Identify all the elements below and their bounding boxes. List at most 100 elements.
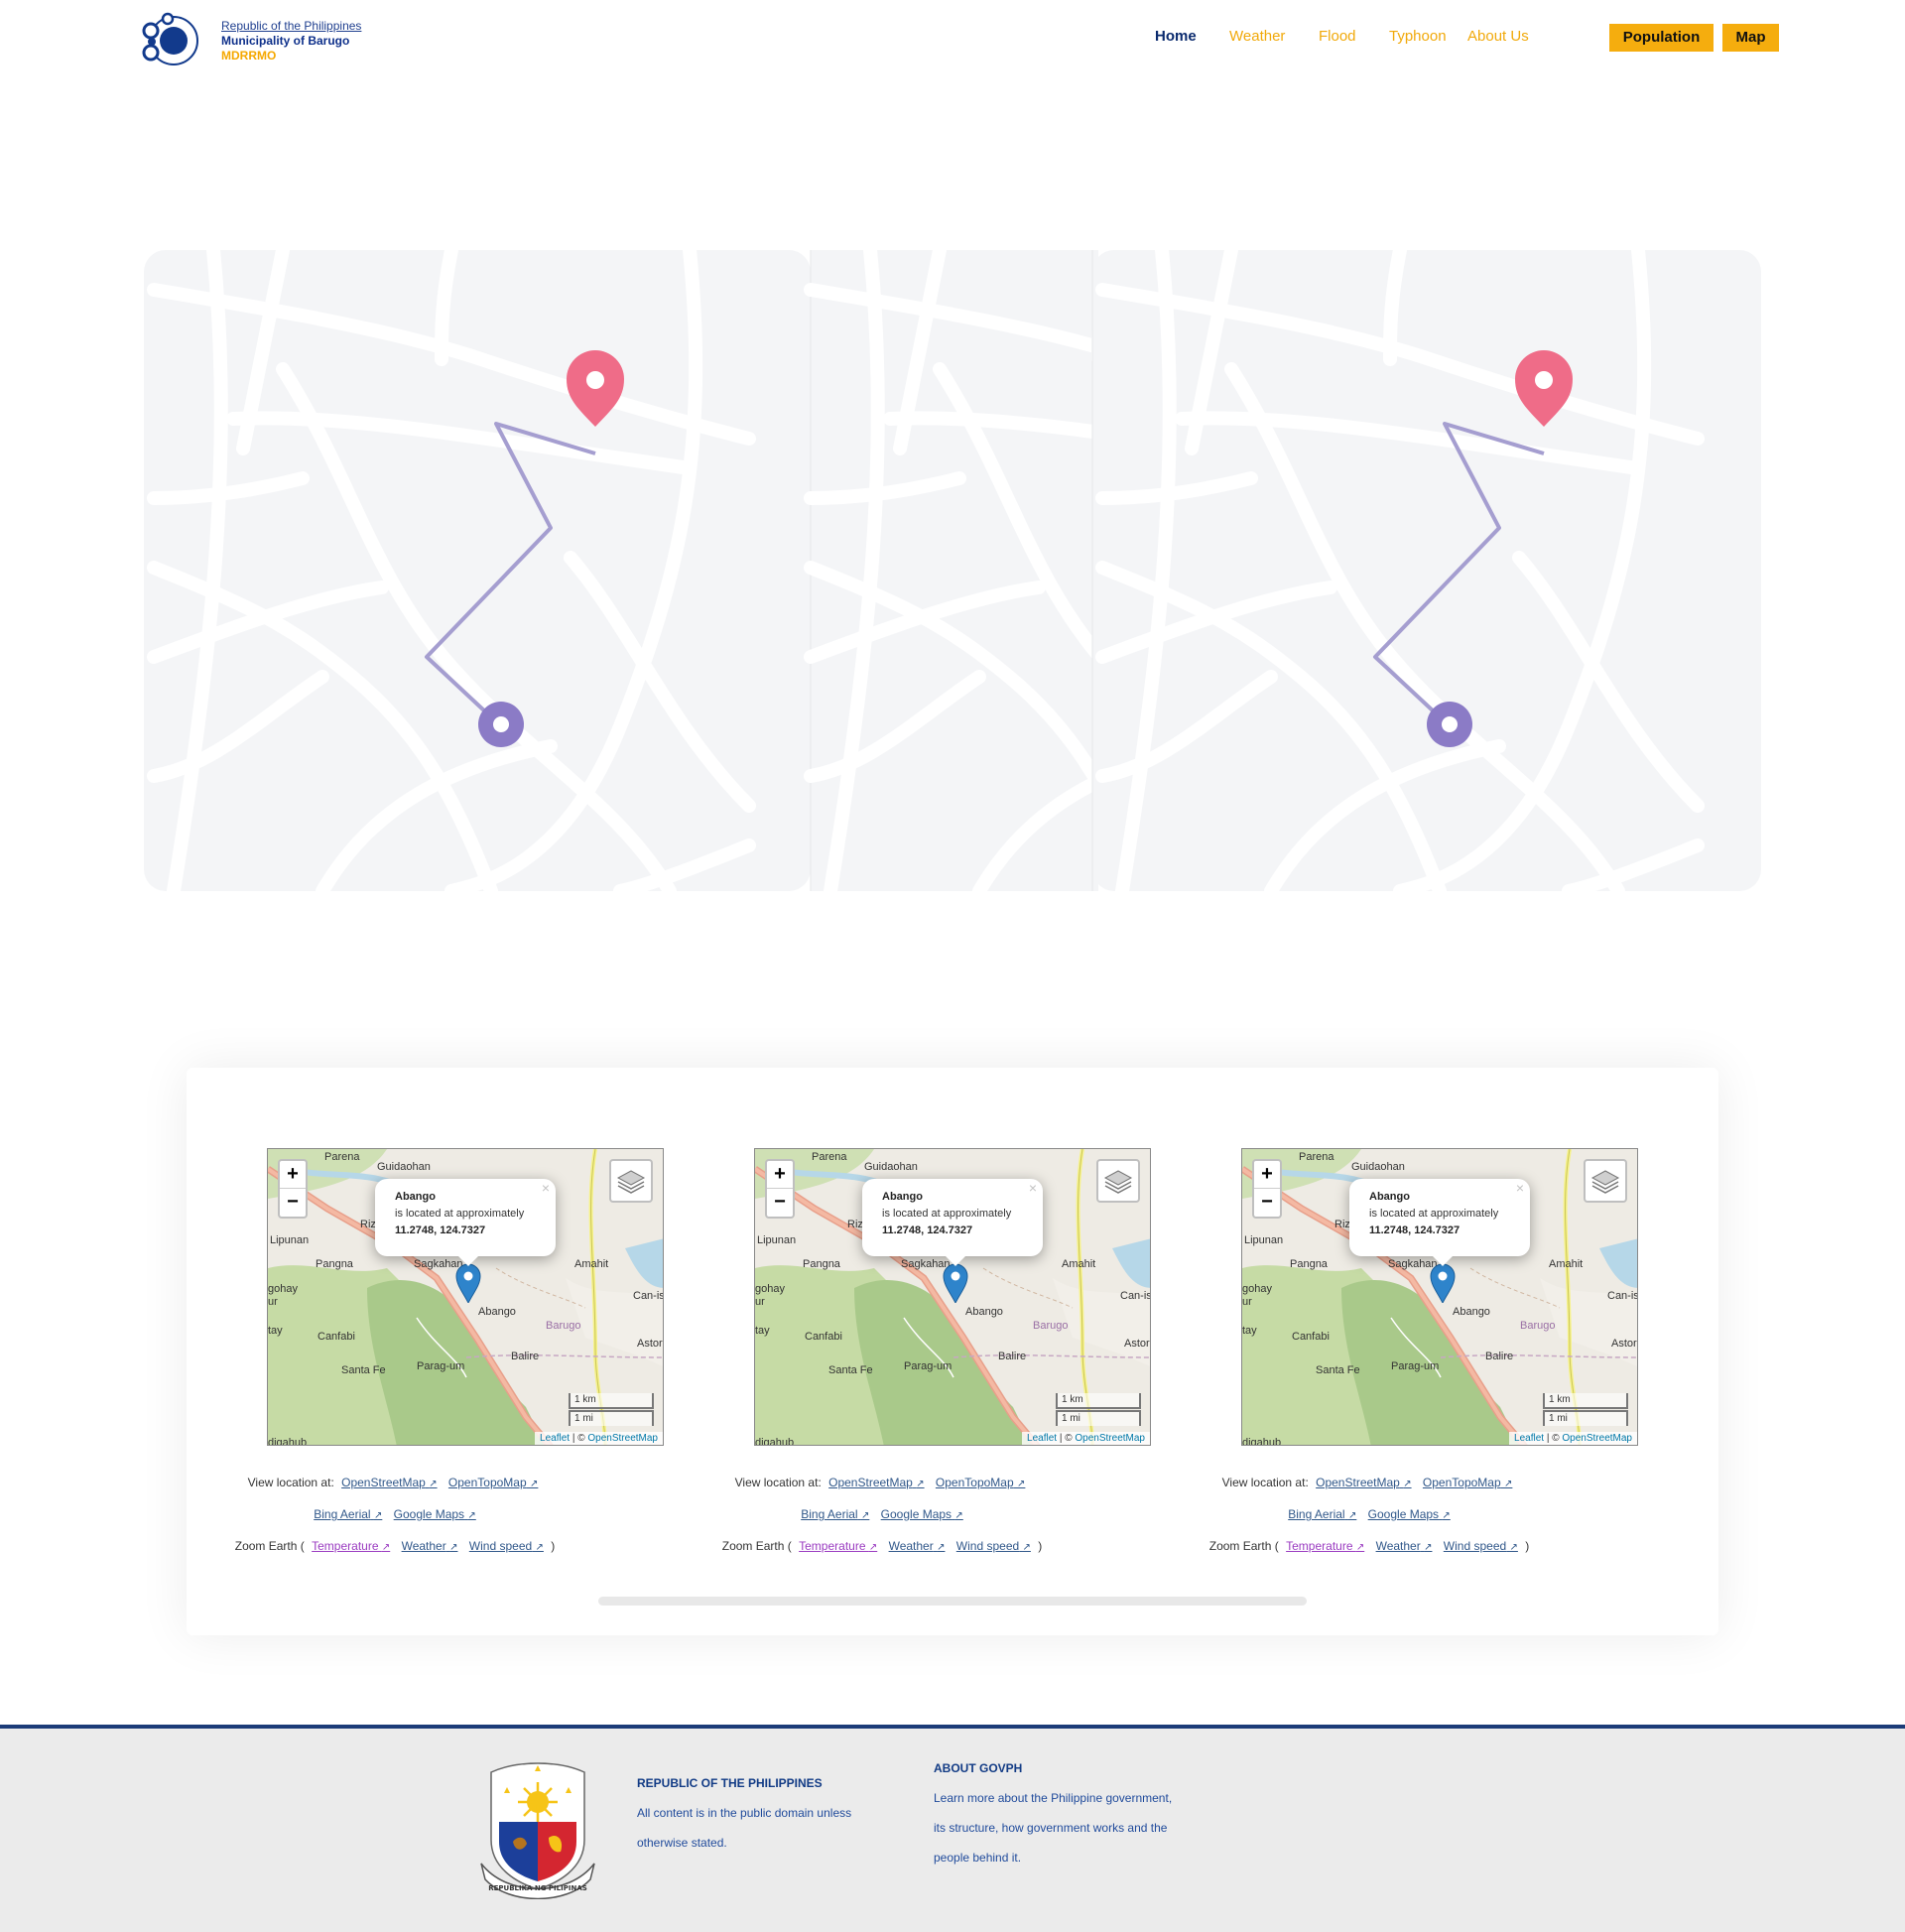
map-place-label: Pangna	[803, 1258, 840, 1270]
nav-typhoon[interactable]: Typhoon	[1389, 28, 1447, 45]
attrib-osm-link[interactable]: OpenStreetMap	[1562, 1433, 1632, 1444]
map-place-label: Can-is	[1120, 1290, 1151, 1302]
illustration-panel-left	[144, 250, 811, 891]
map-place-label: Santa Fe	[828, 1364, 873, 1376]
population-button[interactable]: Population	[1609, 24, 1714, 52]
footer-col-republic: REPUBLIC OF THE PHILIPPINES All content …	[637, 1768, 851, 1858]
attrib-osm-link[interactable]: OpenStreetMap	[587, 1433, 658, 1444]
map-place-label: Parena	[1299, 1151, 1334, 1163]
link-opentopomap[interactable]: OpenTopoMap ↗	[1423, 1476, 1512, 1489]
close-paren: )	[551, 1539, 556, 1553]
leaflet-map[interactable]: Parena Guidaohan Lipunan Pangna Sagkahan Amah…	[754, 1148, 1151, 1446]
link-temperature[interactable]: Temperature ↗	[312, 1539, 390, 1553]
link-google-maps[interactable]: Google Maps ↗	[1368, 1507, 1451, 1521]
svg-text:REPUBLIKA NG PILIPINAS: REPUBLIKA NG PILIPINAS	[488, 1884, 587, 1892]
horizontal-scrollbar[interactable]	[598, 1597, 1307, 1606]
link-google-maps[interactable]: Google Maps ↗	[881, 1507, 963, 1521]
link-weather[interactable]: Weather ↗	[889, 1539, 946, 1553]
popup-place: Abango	[1369, 1191, 1410, 1203]
popup-close-icon[interactable]: ×	[1029, 1180, 1037, 1197]
link-wind-speed[interactable]: Wind speed ↗	[1444, 1539, 1518, 1553]
zoom-in-button[interactable]: +	[767, 1161, 793, 1189]
view-location-row: View location at: OpenStreetMap ↗ OpenTo…	[674, 1468, 1090, 1499]
attrib-separator: | ©	[570, 1433, 588, 1444]
brand-republic[interactable]: Republic of the Philippines	[221, 19, 361, 34]
view-location-label: View location at:	[734, 1476, 822, 1489]
attrib-leaflet-link[interactable]: Leaflet	[1027, 1433, 1057, 1444]
view-location-label: View location at:	[1221, 1476, 1309, 1489]
map-place-label: ur	[1242, 1296, 1252, 1308]
zoom-earth-label: Zoom Earth (	[234, 1539, 305, 1553]
close-paren: )	[1525, 1539, 1530, 1553]
map-place-label: Canfabi	[1292, 1331, 1330, 1343]
link-wind-speed[interactable]: Wind speed ↗	[956, 1539, 1031, 1553]
brand-text[interactable]: Republic of the Philippines Municipality…	[221, 19, 361, 64]
map-place-label: gohay	[1242, 1283, 1272, 1295]
scale-mi: 1 mi	[1056, 1410, 1141, 1426]
map-attribution: Leaflet | © OpenStreetMap	[535, 1432, 663, 1445]
map-place-label: digahub	[268, 1437, 308, 1446]
link-temperature[interactable]: Temperature ↗	[799, 1539, 877, 1553]
external-link-icon: ↗	[1504, 1479, 1513, 1489]
link-opentopomap[interactable]: OpenTopoMap ↗	[936, 1476, 1025, 1489]
map-place-label: gohay	[268, 1283, 298, 1295]
link-openstreetmap[interactable]: OpenStreetMap ↗	[828, 1476, 924, 1489]
external-link-icon: ↗	[954, 1510, 963, 1521]
zoom-out-button[interactable]: −	[1254, 1189, 1280, 1217]
view-location-row: View location at: OpenStreetMap ↗ OpenTo…	[1161, 1468, 1578, 1499]
layers-button[interactable]	[1096, 1159, 1140, 1203]
leaflet-map[interactable]: Parena Guidaohan Lipunan Pangna Sagkahan Amah…	[1241, 1148, 1638, 1446]
link-bing-aerial[interactable]: Bing Aerial ↗	[1288, 1507, 1356, 1521]
popup-place: Abango	[882, 1191, 923, 1203]
map-place-label: tay	[755, 1325, 770, 1337]
popup-close-icon[interactable]: ×	[1516, 1180, 1524, 1197]
zoom-earth-label: Zoom Earth (	[1208, 1539, 1279, 1553]
link-openstreetmap[interactable]: OpenStreetMap ↗	[1316, 1476, 1411, 1489]
map-place-label: Balire	[998, 1351, 1027, 1362]
map-place-label: Astor	[637, 1338, 663, 1350]
attrib-leaflet-link[interactable]: Leaflet	[1514, 1433, 1544, 1444]
link-bing-aerial[interactable]: Bing Aerial ↗	[314, 1507, 382, 1521]
link-opentopomap[interactable]: OpenTopoMap ↗	[448, 1476, 538, 1489]
zoom-out-button[interactable]: −	[280, 1189, 306, 1217]
popup-close-icon[interactable]: ×	[542, 1180, 550, 1197]
link-weather[interactable]: Weather ↗	[402, 1539, 458, 1553]
layers-button[interactable]	[609, 1159, 653, 1203]
location-marker-icon[interactable]	[1430, 1263, 1456, 1303]
attrib-leaflet-link[interactable]: Leaflet	[540, 1433, 570, 1444]
zoom-out-button[interactable]: −	[767, 1189, 793, 1217]
popup-text: is located at approximately	[1369, 1208, 1499, 1220]
external-link-icon: ↗	[1509, 1542, 1518, 1553]
map-place-label: Canfabi	[805, 1331, 842, 1343]
popup-text: is located at approximately	[882, 1208, 1012, 1220]
location-marker-icon[interactable]	[943, 1263, 968, 1303]
zoom-in-button[interactable]: +	[280, 1161, 306, 1189]
leaflet-map[interactable]: Parena Guidaohan Lipunan Pangna Sagkahan Amah…	[267, 1148, 664, 1446]
link-weather[interactable]: Weather ↗	[1376, 1539, 1433, 1553]
map-place-label: Parag-um	[417, 1360, 465, 1372]
link-temperature[interactable]: Temperature ↗	[1286, 1539, 1364, 1553]
link-wind-speed[interactable]: Wind speed ↗	[469, 1539, 544, 1553]
location-marker-icon[interactable]	[455, 1263, 481, 1303]
external-link-icon: ↗	[373, 1510, 383, 1521]
mdrrmo-logo[interactable]	[138, 10, 199, 69]
map-scale: 1 km 1 mi	[569, 1393, 654, 1426]
map-place-label: tay	[1242, 1325, 1257, 1337]
nav-weather[interactable]: Weather	[1229, 28, 1285, 45]
map-button[interactable]: Map	[1722, 24, 1779, 52]
attrib-osm-link[interactable]: OpenStreetMap	[1075, 1433, 1145, 1444]
footer-republic-heading: REPUBLIC OF THE PHILIPPINES	[637, 1776, 823, 1790]
footer-about-line2[interactable]: its structure, how government works and …	[934, 1813, 1172, 1843]
zoom-in-button[interactable]: +	[1254, 1161, 1280, 1189]
layers-button[interactable]	[1584, 1159, 1627, 1203]
nav-about-us[interactable]: About Us	[1467, 28, 1529, 45]
link-bing-aerial[interactable]: Bing Aerial ↗	[801, 1507, 869, 1521]
scale-km: 1 km	[569, 1393, 654, 1409]
link-openstreetmap[interactable]: OpenStreetMap ↗	[341, 1476, 437, 1489]
link-google-maps[interactable]: Google Maps ↗	[394, 1507, 476, 1521]
footer-about-line3[interactable]: people behind it.	[934, 1843, 1172, 1872]
nav-home[interactable]: Home	[1155, 28, 1197, 45]
nav-flood[interactable]: Flood	[1319, 28, 1356, 45]
footer-about-line1[interactable]: Learn more about the Philippine governme…	[934, 1783, 1172, 1813]
zoom-earth-row: Zoom Earth ( Temperature ↗ Weather ↗ Win…	[674, 1531, 1090, 1563]
